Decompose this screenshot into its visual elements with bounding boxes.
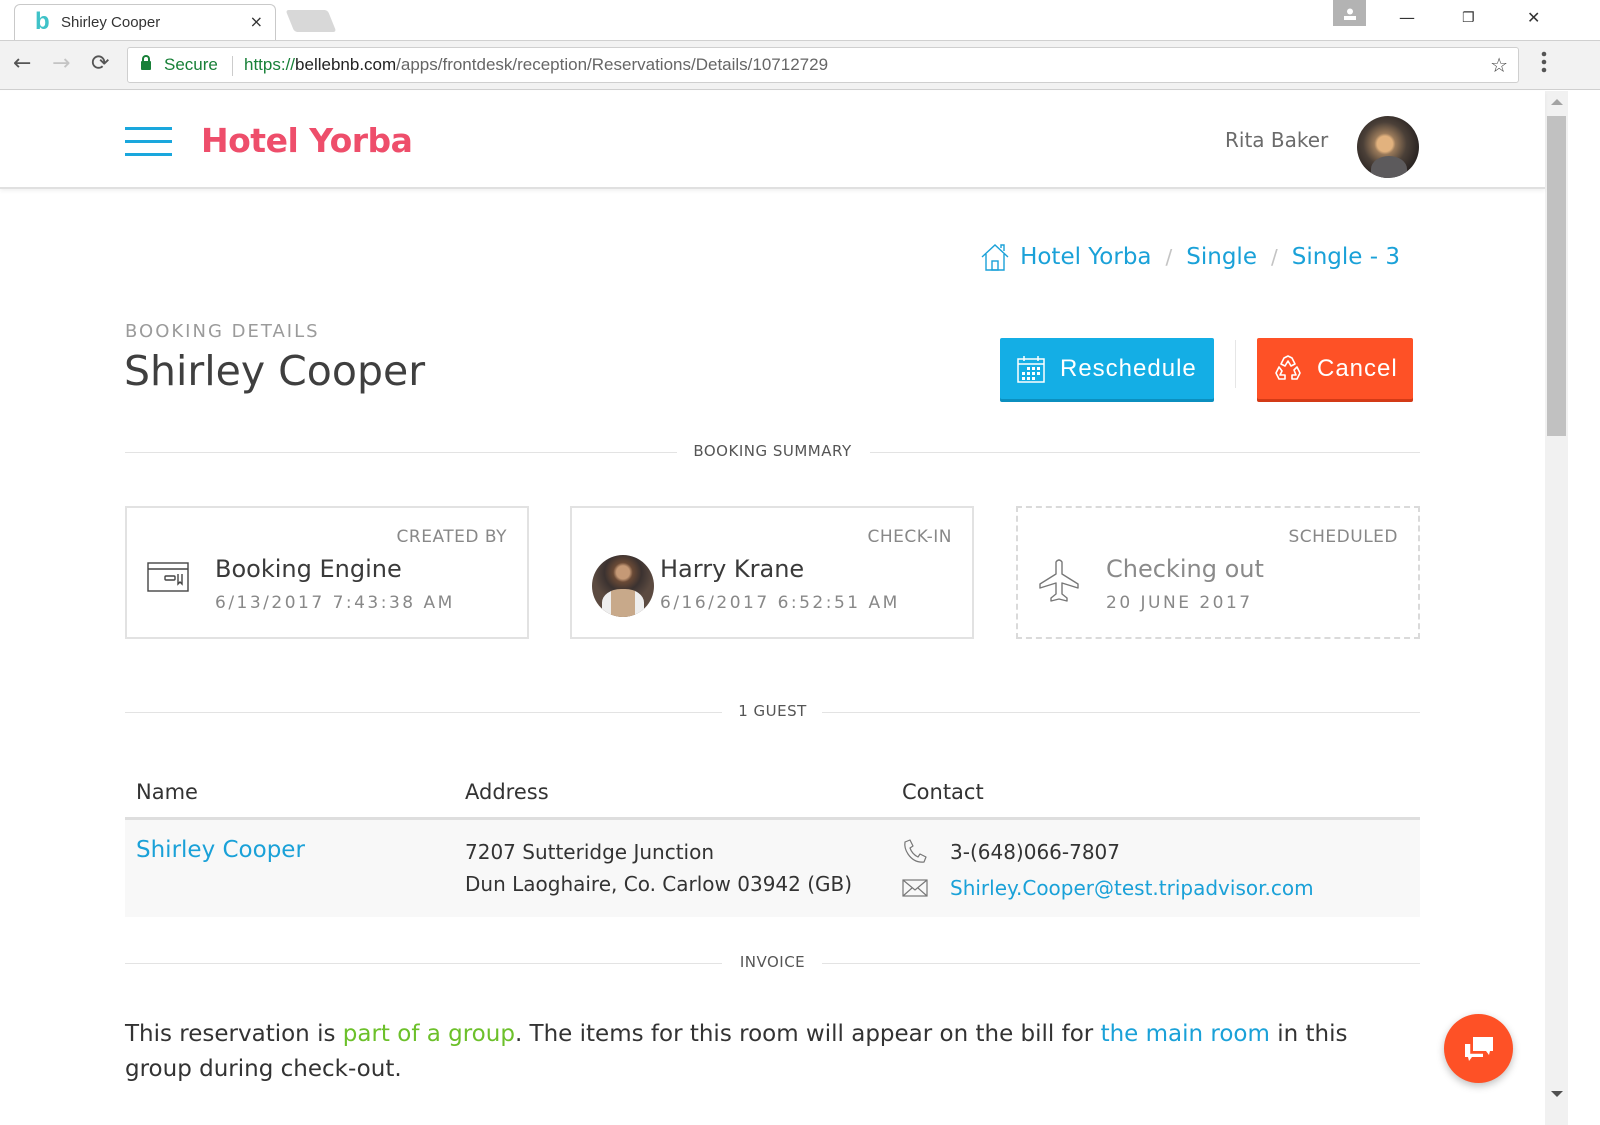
address-line-1: 7207 Sutteridge Junction bbox=[465, 840, 715, 864]
group-link[interactable]: part of a group bbox=[343, 1021, 515, 1047]
home-icon[interactable] bbox=[980, 242, 1010, 272]
card-kicker: CHECK-IN bbox=[867, 527, 952, 547]
card-timestamp: 6/16/2017 6:52:51 AM bbox=[660, 593, 900, 613]
forward-button[interactable]: → bbox=[52, 51, 70, 76]
scheduled-card: SCHEDULED Checking out 20 JUNE 2017 bbox=[1016, 506, 1420, 639]
app-header: Hotel Yorba Rita Baker bbox=[0, 91, 1545, 189]
section-label: INVOICE bbox=[739, 953, 806, 971]
page-scrollbar[interactable] bbox=[1545, 91, 1568, 1125]
breadcrumb-room-type[interactable]: Single bbox=[1186, 244, 1257, 270]
created-by-card: CREATED BY Booking Engine 6/13/2017 7:43… bbox=[125, 506, 529, 639]
brand-logo[interactable]: Hotel Yorba bbox=[201, 121, 413, 160]
profile-button[interactable] bbox=[1333, 0, 1366, 26]
column-header-name: Name bbox=[136, 780, 198, 804]
bookmark-star-icon[interactable]: ☆ bbox=[1490, 53, 1508, 77]
guest-count-divider: 1 GUEST bbox=[125, 702, 1420, 722]
breadcrumb: Hotel Yorba / Single / Single - 3 bbox=[980, 242, 1400, 272]
hamburger-menu-icon[interactable] bbox=[125, 127, 173, 157]
url-scheme: https:// bbox=[244, 55, 296, 74]
invoice-text-before: This reservation is bbox=[125, 1021, 343, 1047]
column-header-contact: Contact bbox=[902, 780, 984, 804]
guest-name-link[interactable]: Shirley Cooper bbox=[136, 837, 305, 863]
page-eyebrow: BOOKING DETAILS bbox=[125, 321, 320, 342]
reload-button[interactable]: ⟳ bbox=[91, 51, 109, 76]
phone-icon bbox=[902, 839, 950, 865]
invoice-divider: INVOICE bbox=[125, 953, 1420, 973]
back-button[interactable]: ← bbox=[13, 51, 31, 76]
secure-label: Secure bbox=[164, 55, 218, 74]
card-kicker: CREATED BY bbox=[396, 527, 507, 547]
action-divider bbox=[1235, 340, 1236, 388]
scroll-up-arrow-icon[interactable] bbox=[1551, 99, 1563, 105]
breadcrumb-separator: / bbox=[1165, 245, 1173, 269]
guest-contact: 3-(648)066-7807 Shirley.Cooper@test.trip… bbox=[902, 834, 1314, 906]
window-close-button[interactable]: ✕ bbox=[1527, 8, 1540, 27]
address-bar[interactable]: Secure https://bellebnb.com/apps/frontde… bbox=[127, 47, 1519, 83]
staff-avatar[interactable] bbox=[592, 555, 654, 617]
envelope-icon bbox=[902, 879, 950, 897]
card-title: Checking out bbox=[1106, 555, 1264, 583]
breadcrumb-separator: / bbox=[1270, 245, 1278, 269]
reschedule-button[interactable]: Reschedule bbox=[1000, 338, 1214, 399]
address-line-2: Dun Laoghaire, Co. Carlow 03942 (GB) bbox=[465, 872, 853, 896]
guest-phone: 3-(648)066-7807 bbox=[950, 840, 1121, 864]
table-row: Shirley Cooper 7207 Sutteridge Junction … bbox=[125, 820, 1420, 917]
card-kicker: SCHEDULED bbox=[1288, 527, 1398, 547]
breadcrumb-room[interactable]: Single - 3 bbox=[1292, 244, 1400, 270]
recycle-icon bbox=[1275, 354, 1301, 380]
card-title: Harry Krane bbox=[660, 555, 805, 583]
main-room-link[interactable]: the main room bbox=[1101, 1021, 1270, 1047]
user-avatar[interactable] bbox=[1357, 116, 1419, 178]
chat-bubbles-icon bbox=[1464, 1036, 1493, 1061]
restore-button[interactable]: ❐ bbox=[1462, 10, 1475, 26]
url-path: /apps/frontdesk/reception/Reservations/D… bbox=[396, 55, 829, 74]
guest-address: 7207 Sutteridge Junction Dun Laoghaire, … bbox=[465, 836, 852, 900]
address-separator bbox=[232, 56, 233, 76]
guest-email-link[interactable]: Shirley.Cooper@test.tripadvisor.com bbox=[950, 876, 1314, 900]
tab-close-icon[interactable]: × bbox=[250, 12, 263, 31]
page-title: Shirley Cooper bbox=[124, 347, 426, 395]
section-label: BOOKING SUMMARY bbox=[693, 442, 852, 460]
section-label: 1 GUEST bbox=[738, 702, 807, 720]
card-title: Booking Engine bbox=[215, 555, 402, 583]
breadcrumb-hotel[interactable]: Hotel Yorba bbox=[1020, 244, 1151, 270]
minimize-button[interactable]: — bbox=[1399, 8, 1415, 27]
invoice-message: This reservation is part of a group. The… bbox=[125, 1017, 1405, 1087]
favicon-icon: b bbox=[35, 8, 50, 35]
user-name[interactable]: Rita Baker bbox=[1225, 128, 1328, 152]
url-text[interactable]: https://bellebnb.com/apps/frontdesk/rece… bbox=[244, 55, 828, 75]
card-timestamp: 6/13/2017 7:43:38 AM bbox=[215, 593, 455, 613]
browser-tab-strip: b Shirley Cooper × — ❐ ✕ bbox=[0, 0, 1600, 40]
card-date: 20 JUNE 2017 bbox=[1106, 593, 1253, 613]
browser-tab[interactable]: b Shirley Cooper × bbox=[14, 4, 276, 40]
cancel-button[interactable]: Cancel bbox=[1257, 338, 1413, 399]
reschedule-label: Reschedule bbox=[1060, 354, 1197, 382]
column-header-address: Address bbox=[465, 780, 549, 804]
tab-title: Shirley Cooper bbox=[61, 14, 161, 31]
calendar-icon bbox=[1017, 355, 1045, 383]
table-header: Name Address Contact bbox=[125, 770, 1420, 820]
invoice-text-middle: . The items for this room will appear on… bbox=[514, 1021, 1101, 1047]
chat-button[interactable] bbox=[1444, 1014, 1513, 1083]
guest-table: Name Address Contact Shirley Cooper 7207… bbox=[125, 770, 1420, 917]
lock-icon bbox=[141, 55, 151, 70]
airplane-icon bbox=[1039, 559, 1079, 602]
new-tab-button[interactable] bbox=[285, 10, 337, 32]
check-in-card: CHECK-IN Harry Krane 6/16/2017 6:52:51 A… bbox=[570, 506, 974, 639]
browser-toolbar: ← → ⟳ Secure https://bellebnb.com/apps/f… bbox=[0, 40, 1600, 90]
person-icon bbox=[1344, 5, 1356, 20]
browser-menu-icon[interactable] bbox=[1539, 51, 1549, 73]
url-host: bellebnb.com bbox=[295, 55, 397, 74]
cancel-label: Cancel bbox=[1317, 354, 1398, 382]
booking-summary-divider: BOOKING SUMMARY bbox=[125, 442, 1420, 462]
scroll-thumb[interactable] bbox=[1547, 116, 1566, 436]
scroll-down-arrow-icon[interactable] bbox=[1551, 1091, 1563, 1097]
booking-engine-icon bbox=[147, 562, 189, 592]
